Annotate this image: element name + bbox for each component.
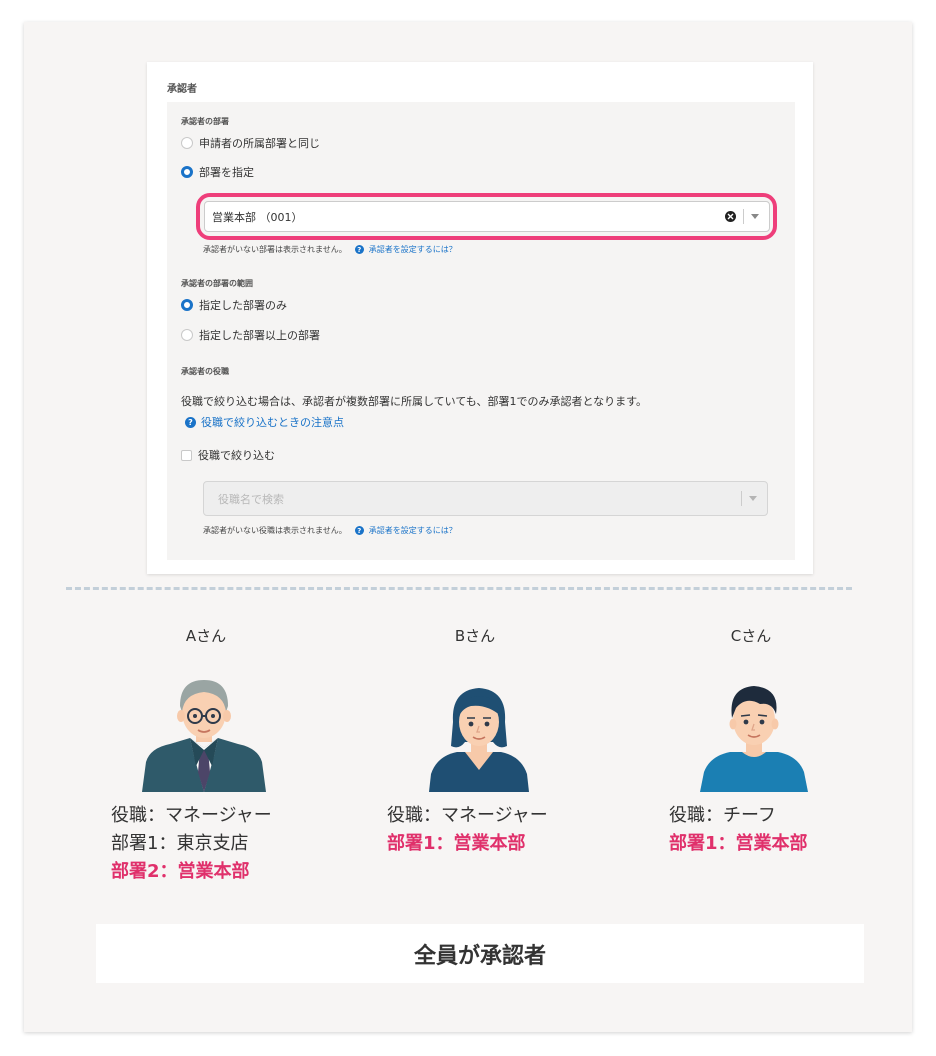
result-banner: 全員が承認者 [96, 924, 864, 983]
role-filter-checkbox[interactable] [181, 449, 192, 461]
divider-dashed [66, 587, 852, 590]
radio-same-as-applicant[interactable]: 申請者の所属部署と同じ [181, 135, 320, 151]
help-icon: ? [354, 245, 364, 254]
approver-settings-panel: 承認者の部署 申請者の所属部署と同じ 部署を指定 営業本部 （001） 承認者が… [167, 102, 795, 560]
dept-help-link[interactable]: 承認者を設定するには？ [369, 244, 457, 255]
radio-specify-dept[interactable]: 部署を指定 [181, 164, 254, 180]
dept-select-value: 営業本部 （001） [212, 210, 303, 224]
dept-help: 承認者がいない部署は表示されません。 ? 承認者を設定するには？ [203, 244, 457, 255]
role-search-select: 役職名で検索 [203, 481, 768, 516]
illustration-frame: 承認者 承認者の部署 申請者の所属部署と同じ 部署を指定 営業本部 （001） [24, 22, 912, 1032]
radio-button-selected[interactable] [181, 299, 193, 311]
role-notes-link[interactable]: 役職で絞り込むときの注意点 [201, 414, 344, 430]
approver-settings-card: 承認者 承認者の部署 申請者の所属部署と同じ 部署を指定 営業本部 （001） [147, 62, 813, 574]
person-a-name: Aさん [185, 627, 227, 645]
select-separator [743, 209, 744, 224]
role-description: 役職で絞り込む場合は、承認者が複数部署に所属していても、部署1でのみ承認者となり… [181, 395, 648, 408]
person-b-role: 役職：マネージャー [387, 805, 548, 826]
person-b-details: 役職：マネージャー 部署1：営業本部 [387, 802, 548, 858]
select-separator [741, 491, 742, 506]
card-title: 承認者 [167, 84, 197, 95]
person-c-role: 役職：チーフ [669, 805, 776, 826]
help-icon: ? [354, 526, 364, 535]
businessman-avatar-icon [142, 680, 266, 792]
person-a-dept1: 部署1：東京支店 [111, 833, 249, 854]
radio-label: 申請者の所属部署と同じ [199, 137, 320, 150]
range-section-label: 承認者の部署の範囲 [181, 279, 253, 288]
person-b-dept1: 部署1：営業本部 [387, 833, 526, 854]
radio-label: 指定した部署以上の部署 [199, 329, 320, 342]
radio-button[interactable] [181, 329, 193, 341]
dept-section-label: 承認者の部署 [181, 117, 229, 126]
radio-specified-and-above[interactable]: 指定した部署以上の部署 [181, 327, 320, 343]
radio-label: 指定した部署のみ [199, 299, 287, 312]
chevron-down-icon [749, 496, 757, 501]
radio-label: 部署を指定 [199, 166, 254, 179]
person-a-role: 役職：マネージャー [111, 805, 272, 826]
role-section-label: 承認者の役職 [181, 367, 229, 376]
chevron-down-icon[interactable] [751, 214, 759, 219]
person-c-name: Cさん [730, 627, 772, 645]
role-filter-checkbox-row[interactable]: 役職で絞り込む [181, 447, 275, 463]
help-icon: ? [185, 416, 196, 428]
radio-only-specified[interactable]: 指定した部署のみ [181, 297, 287, 313]
role-help-link[interactable]: 承認者を設定するには？ [369, 525, 457, 536]
role-help: 承認者がいない役職は表示されません。 ? 承認者を設定するには？ [203, 525, 457, 536]
woman-avatar-icon [429, 688, 529, 792]
checkbox-label: 役職で絞り込む [198, 449, 275, 462]
role-search-placeholder: 役職名で検索 [218, 492, 284, 506]
clear-icon[interactable] [725, 211, 736, 222]
man-avatar-icon [700, 686, 808, 792]
radio-button-selected[interactable] [181, 166, 193, 178]
dept-help-text: 承認者がいない部署は表示されません。 [203, 245, 347, 254]
role-help-text: 承認者がいない役職は表示されません。 [203, 526, 347, 535]
dept-select[interactable]: 営業本部 （001） [204, 201, 770, 232]
person-b-name: Bさん [454, 627, 496, 645]
person-c-details: 役職：チーフ 部署1：営業本部 [669, 802, 808, 858]
person-a-dept2: 部署2：営業本部 [111, 861, 250, 882]
radio-button[interactable] [181, 137, 193, 149]
role-notes-link-row[interactable]: ? 役職で絞り込むときの注意点 [185, 414, 344, 430]
person-c-dept1: 部署1：営業本部 [669, 833, 808, 854]
person-a-details: 役職：マネージャー 部署1：東京支店 部署2：営業本部 [111, 802, 272, 886]
